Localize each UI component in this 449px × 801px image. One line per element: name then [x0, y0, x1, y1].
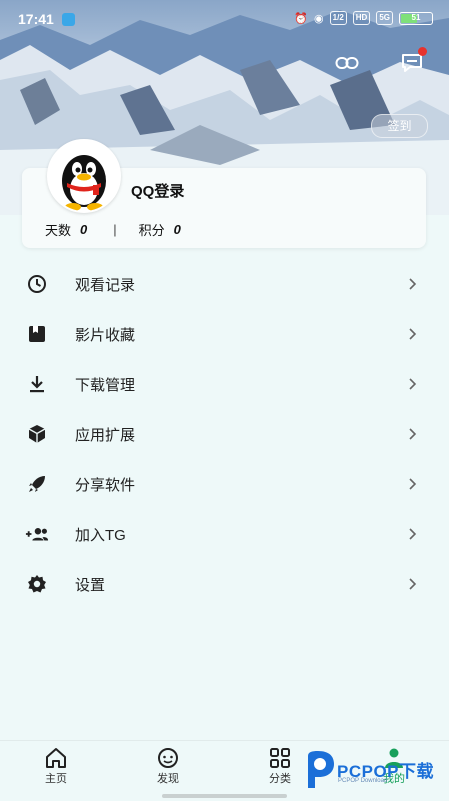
battery-level: 51	[411, 12, 421, 22]
chevron-right-icon	[409, 528, 417, 540]
status-bar: 17:41 ⏰ ◉ 1/2 HD 5G 51	[0, 0, 449, 38]
menu-item-watch-history[interactable]: 观看记录	[0, 259, 449, 309]
chevron-right-icon	[409, 328, 417, 340]
battery-icon: 51	[399, 11, 433, 25]
bookmark-icon	[25, 323, 49, 345]
grid-icon	[270, 748, 290, 768]
watermark: PCPOP下载 PCPOP Download	[302, 748, 447, 794]
chevron-right-icon	[409, 578, 417, 590]
chevron-right-icon	[409, 278, 417, 290]
menu-item-downloads[interactable]: 下载管理	[0, 359, 449, 409]
menu-label: 应用扩展	[75, 426, 136, 444]
menu-label: 观看记录	[75, 276, 136, 294]
menu-label: 影片收藏	[75, 326, 136, 344]
points-label: 积分	[138, 223, 165, 238]
home-indicator[interactable]	[162, 794, 287, 798]
group-add-icon	[25, 523, 49, 545]
stats-divider: |	[113, 222, 117, 237]
nav-home-label: 主页	[45, 773, 67, 785]
status-icons: ⏰ ◉ 1/2 HD 5G 51	[294, 11, 433, 25]
5g-chip: 5G	[376, 11, 393, 25]
chevron-right-icon	[409, 378, 417, 390]
qq-penguin-icon	[62, 155, 106, 211]
avatar[interactable]	[47, 139, 121, 213]
download-icon	[25, 373, 49, 395]
username[interactable]: QQ登录	[131, 180, 184, 201]
nav-discover[interactable]: 发现	[138, 747, 198, 786]
menu-label: 设置	[75, 576, 106, 594]
hd-chip: HD	[352, 11, 371, 25]
chevron-right-icon	[409, 428, 417, 440]
status-time: 17:41	[18, 11, 54, 27]
menu-item-favorites[interactable]: 影片收藏	[0, 309, 449, 359]
link-button[interactable]	[334, 50, 360, 76]
nav-discover-label: 发现	[157, 773, 179, 785]
menu-label: 分享软件	[75, 476, 136, 494]
sign-in-button[interactable]: 签到	[371, 114, 428, 138]
days-label: 天数	[45, 223, 72, 238]
message-icon	[402, 54, 422, 72]
cube-icon	[25, 423, 49, 445]
pcpop-logo-icon	[308, 751, 334, 788]
signal-chip-1: 1/2	[329, 11, 347, 25]
nav-category[interactable]: 分类	[250, 747, 310, 786]
profile-stats: 天数 0 | 积分 0	[45, 220, 181, 239]
eye-icon: ◉	[314, 12, 324, 25]
days-value: 0	[80, 222, 88, 237]
nav-home[interactable]: 主页	[26, 747, 86, 786]
nav-category-label: 分类	[269, 773, 291, 785]
points-value: 0	[173, 222, 181, 237]
rocket-icon	[25, 473, 49, 495]
menu-item-share[interactable]: 分享软件	[0, 459, 449, 509]
discover-icon	[158, 748, 178, 768]
menu-label: 加入TG	[75, 526, 126, 544]
notification-app-icon	[61, 12, 75, 26]
link-icon	[335, 57, 359, 69]
menu-label: 下载管理	[75, 376, 136, 394]
home-icon	[46, 748, 66, 768]
clock-icon	[25, 273, 49, 295]
gear-icon	[25, 573, 49, 595]
menu-item-settings[interactable]: 设置	[0, 559, 449, 609]
watermark-subtext: PCPOP Download	[338, 778, 388, 784]
alarm-icon: ⏰	[294, 12, 309, 25]
menu-item-extensions[interactable]: 应用扩展	[0, 409, 449, 459]
notification-dot	[418, 47, 427, 56]
messages-button[interactable]	[399, 47, 427, 76]
menu-item-join-tg[interactable]: 加入TG	[0, 509, 449, 559]
menu-list: 观看记录 影片收藏 下载管理 应用扩展 分享软件 加入TG 设置	[0, 259, 449, 609]
chevron-right-icon	[409, 478, 417, 490]
